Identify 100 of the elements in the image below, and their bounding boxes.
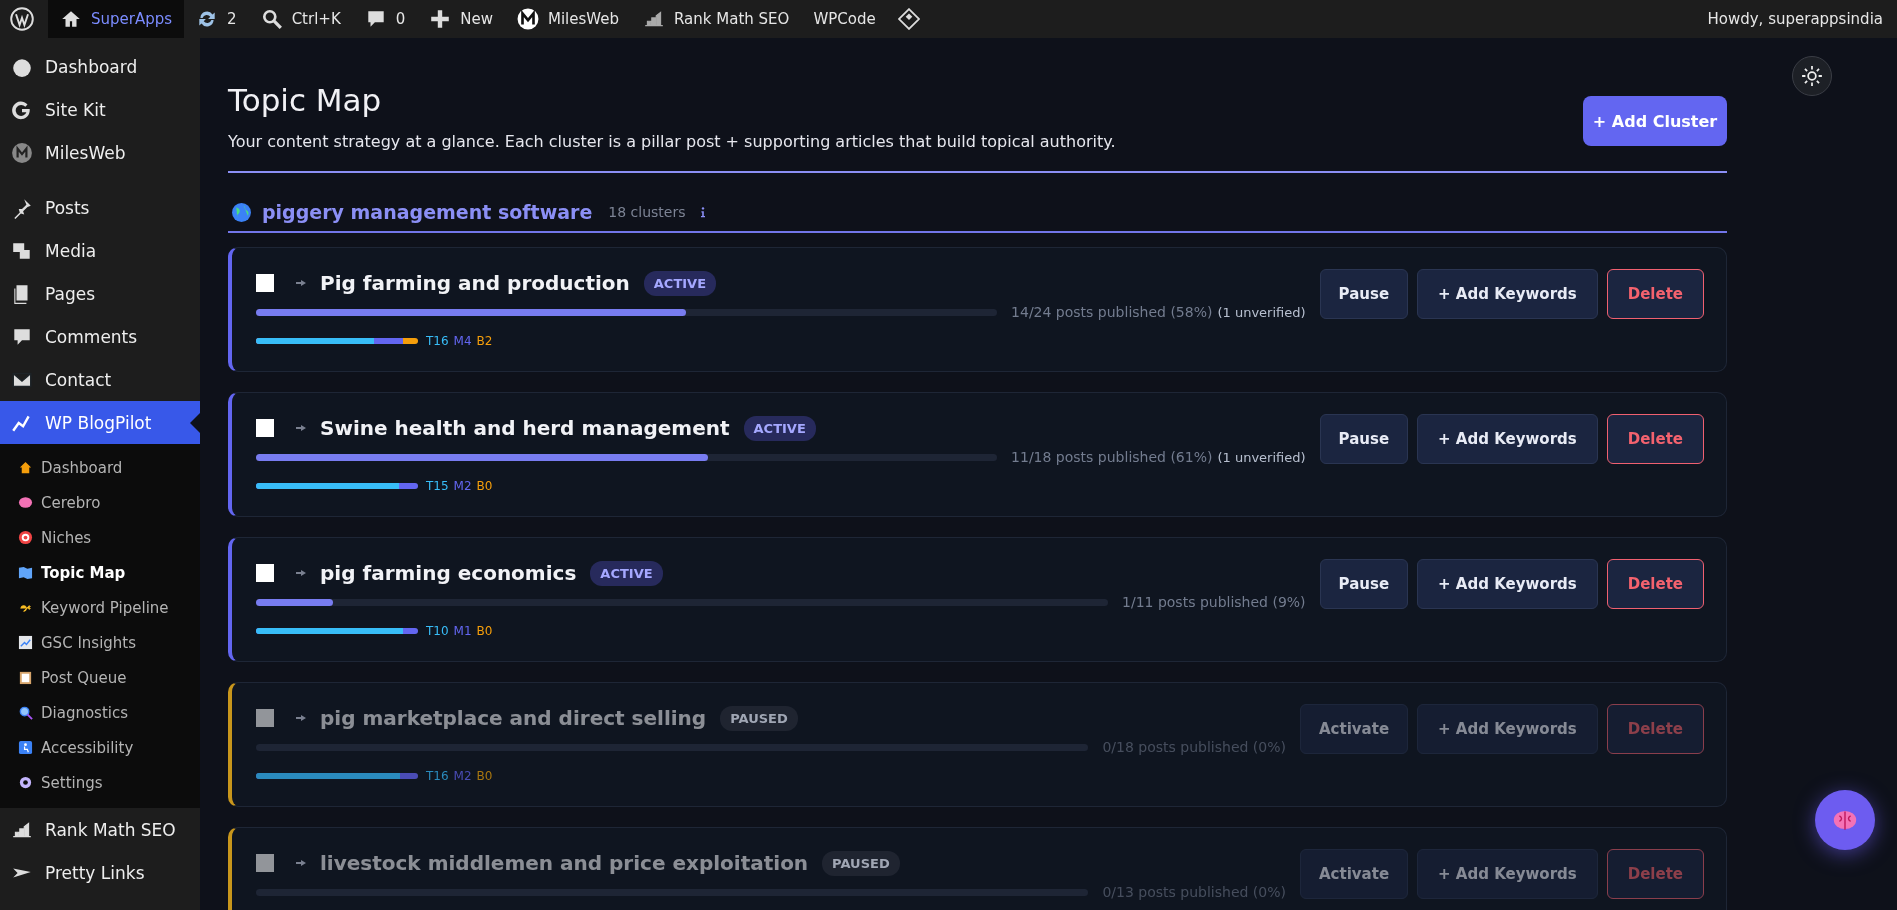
type-count: T15 bbox=[426, 479, 449, 494]
menu-label: Dashboard bbox=[45, 56, 138, 77]
caret-icon[interactable] bbox=[296, 570, 306, 577]
submenu-label: Niches bbox=[41, 528, 92, 547]
comments-link[interactable]: 0 bbox=[352, 0, 418, 38]
new-label: New bbox=[460, 10, 493, 28]
progress-text: 14/24 posts published (58%) (1 unverified) bbox=[1011, 304, 1306, 321]
cluster-title: pig marketplace and direct selling bbox=[320, 706, 707, 731]
wordpress-logo-icon[interactable] bbox=[10, 7, 34, 31]
checkbox[interactable] bbox=[256, 709, 274, 728]
menu-item[interactable]: Pages bbox=[0, 272, 200, 315]
pause-button[interactable]: Pause bbox=[1319, 269, 1409, 320]
menu-item[interactable]: WP BlogPilot bbox=[0, 401, 200, 444]
sun-icon bbox=[1801, 65, 1823, 87]
caret-icon[interactable] bbox=[296, 860, 306, 867]
type-count: B0 bbox=[476, 479, 493, 494]
delete-button[interactable]: Delete bbox=[1606, 559, 1704, 610]
add-keywords-button[interactable]: + Add Keywords bbox=[1417, 559, 1598, 610]
search-link[interactable]: Ctrl+K bbox=[248, 0, 353, 38]
submenu-item[interactable]: Topic Map bbox=[0, 555, 200, 590]
site-link[interactable]: SuperApps bbox=[48, 0, 185, 38]
cluster-title: pig farming economics bbox=[320, 561, 577, 586]
activate-button[interactable]: Activate bbox=[1300, 704, 1409, 755]
submenu-label: Topic Map bbox=[41, 563, 126, 582]
toolbar-label: MilesWeb bbox=[548, 10, 620, 28]
toolbar-link[interactable]: MilesWeb bbox=[505, 0, 632, 38]
progress-text: 0/13 posts published (0%) bbox=[1102, 884, 1286, 901]
add-keywords-button[interactable]: + Add Keywords bbox=[1417, 269, 1598, 320]
type-count: M4 bbox=[453, 334, 472, 349]
add-keywords-button[interactable]: + Add Keywords bbox=[1417, 704, 1598, 755]
menu-item[interactable]: Media bbox=[0, 229, 200, 272]
checkbox[interactable] bbox=[256, 419, 274, 438]
submenu-item[interactable]: Keyword Pipeline bbox=[0, 590, 200, 625]
menu-item[interactable]: MilesWeb bbox=[0, 131, 200, 174]
checkbox[interactable] bbox=[256, 854, 274, 873]
submenu-item[interactable]: Post Queue bbox=[0, 660, 200, 695]
submenu-label: Accessibility bbox=[41, 738, 134, 757]
type-count: T10 bbox=[426, 624, 449, 639]
add-keywords-button[interactable]: + Add Keywords bbox=[1417, 849, 1598, 900]
menu-item[interactable]: Posts bbox=[0, 186, 200, 229]
submenu-icon bbox=[18, 740, 33, 755]
toolbar-link[interactable]: WPCode bbox=[801, 0, 888, 38]
submenu-label: Diagnostics bbox=[41, 703, 129, 722]
type-count: M1 bbox=[453, 624, 472, 639]
checkbox[interactable] bbox=[256, 274, 274, 293]
search-icon bbox=[260, 8, 283, 30]
info-icon[interactable] bbox=[699, 206, 708, 219]
submenu-item[interactable]: Diagnostics bbox=[0, 695, 200, 730]
menu-item[interactable]: Site Kit bbox=[0, 88, 200, 131]
niche-name: piggery management software bbox=[262, 201, 593, 224]
type-count: B0 bbox=[476, 769, 493, 784]
pause-button[interactable]: Pause bbox=[1319, 559, 1409, 610]
menu-label: MilesWeb bbox=[45, 142, 126, 163]
submenu-icon bbox=[18, 635, 33, 650]
menu-label: Pages bbox=[45, 283, 95, 304]
add-keywords-button[interactable]: + Add Keywords bbox=[1417, 414, 1598, 465]
menu-item[interactable]: Dashboard bbox=[0, 45, 200, 88]
menu-item[interactable]: Pretty Links bbox=[0, 851, 200, 894]
toolbar-label: Rank Math SEO bbox=[674, 10, 790, 28]
globe-icon bbox=[231, 201, 252, 223]
add-cluster-button[interactable]: + Add Cluster bbox=[1583, 96, 1727, 146]
submenu-item[interactable]: Cerebro bbox=[0, 485, 200, 520]
submenu-icon bbox=[18, 670, 33, 685]
progress-text: 1/11 posts published (9%) bbox=[1122, 594, 1306, 611]
caret-icon[interactable] bbox=[296, 425, 306, 432]
assistant-button[interactable] bbox=[1815, 790, 1875, 850]
submenu-item[interactable]: GSC Insights bbox=[0, 625, 200, 660]
checkbox[interactable] bbox=[256, 564, 274, 583]
submenu-icon bbox=[18, 775, 33, 790]
delete-button[interactable]: Delete bbox=[1606, 414, 1704, 465]
type-count: M2 bbox=[453, 479, 472, 494]
submenu-label: Settings bbox=[41, 773, 103, 792]
caret-icon[interactable] bbox=[296, 280, 306, 287]
submenu-label: Cerebro bbox=[41, 493, 101, 512]
toolbar-label: WPCode bbox=[813, 10, 876, 28]
page-title: Topic Map bbox=[228, 81, 383, 120]
delete-button[interactable]: Delete bbox=[1606, 269, 1704, 320]
submenu-label: Keyword Pipeline bbox=[41, 598, 169, 617]
caret-icon[interactable] bbox=[296, 715, 306, 722]
type-count: T16 bbox=[426, 334, 449, 349]
pause-button[interactable]: Pause bbox=[1319, 414, 1409, 465]
toolbar-link[interactable]: Rank Math SEO bbox=[631, 0, 802, 38]
theme-toggle[interactable] bbox=[1792, 56, 1832, 96]
updates-link[interactable]: 2 bbox=[184, 0, 249, 38]
current-pointer bbox=[190, 413, 200, 433]
greeting-link[interactable]: Howdy, superappsindia bbox=[1707, 10, 1883, 28]
activate-button[interactable]: Activate bbox=[1300, 849, 1409, 900]
cluster-title: livestock middlemen and price exploitation bbox=[320, 851, 809, 876]
menu-item[interactable]: Rank Math SEO bbox=[0, 808, 200, 851]
menu-item[interactable]: Comments bbox=[0, 315, 200, 358]
diamond-icon[interactable] bbox=[897, 8, 920, 30]
submenu-item[interactable]: Accessibility bbox=[0, 730, 200, 765]
submenu-item[interactable]: Dashboard bbox=[0, 450, 200, 485]
menu-item[interactable]: Contact bbox=[0, 358, 200, 401]
submenu-item[interactable]: Settings bbox=[0, 765, 200, 800]
type-count: B2 bbox=[476, 334, 493, 349]
submenu-icon bbox=[18, 495, 33, 510]
progress-text: 0/18 posts published (0%) bbox=[1102, 739, 1286, 756]
new-link[interactable]: New bbox=[417, 0, 505, 38]
submenu-item[interactable]: Niches bbox=[0, 520, 200, 555]
